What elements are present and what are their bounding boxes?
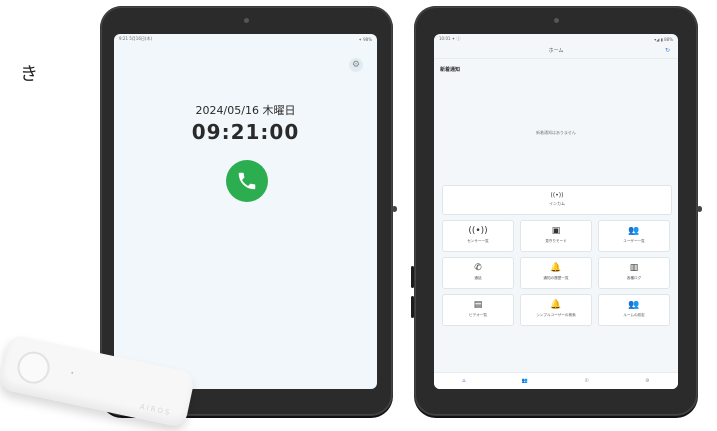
intercom-label: インカム [549, 201, 565, 206]
nav-home-icon[interactable]: ⌂ [462, 378, 465, 384]
notifications-empty: 新着通知はありません [536, 130, 576, 135]
tile-label: ユーザー一覧 [623, 239, 645, 243]
menu-tile[interactable]: 🔔 通知の履歴一覧 [520, 257, 592, 289]
status-bar: 9:21 5月16日(木) ✦ 98% [114, 34, 377, 44]
tablet-clock: 9:21 5月16日(木) ✦ 98% ⚙ 2024/05/16 木曜日 09:… [100, 6, 397, 416]
nav-settings-icon[interactable]: ⚙ [645, 378, 649, 384]
gear-icon[interactable]: ⚙ [349, 58, 363, 72]
tile-label: ルームの設定 [623, 313, 645, 317]
clock-screen: 9:21 5月16日(木) ✦ 98% ⚙ 2024/05/16 木曜日 09:… [114, 34, 377, 389]
status-time: 9:21 5月16日(木) [119, 36, 153, 41]
device-button [14, 348, 53, 387]
side-sensor [392, 206, 397, 212]
tile-label: ビデオ一覧 [469, 313, 487, 317]
report-icon: ▤ [473, 300, 483, 310]
device-led [71, 371, 74, 374]
edge-text: き [20, 64, 38, 85]
refresh-icon[interactable]: ↻ [665, 44, 670, 58]
phone-icon [238, 172, 256, 190]
page-title: ホーム [434, 44, 678, 59]
broadcast-icon: ((•)) [468, 226, 488, 236]
menu-tile[interactable]: ((•)) センサー一覧 [442, 220, 514, 252]
tile-label: 通知の履歴一覧 [543, 276, 569, 280]
call-button[interactable] [226, 160, 268, 202]
date-label: 2024/05/16 木曜日 [195, 104, 296, 117]
notifications-title: 新着通知 [440, 67, 461, 73]
bottom-nav: ⌂ 👥 ✆ ⚙ [434, 372, 678, 389]
menu-tile[interactable]: ▤ ビデオ一覧 [442, 294, 514, 326]
tablet-home: 10:01 ✦ ⓘ ▾◢ ▮ 88% ホーム ↻ 新着通知 新着通知はありません… [411, 6, 702, 416]
volume-button[interactable] [411, 296, 414, 318]
nav-phone-icon[interactable]: ✆ [585, 378, 589, 384]
intercom-button[interactable]: ((•)) インカム [442, 185, 672, 215]
tile-label: 通話 [474, 276, 482, 280]
bell-icon: 🔔 [550, 300, 562, 310]
side-sensor [697, 206, 702, 212]
menu-tile[interactable]: ✆ 通話 [442, 257, 514, 289]
menu-tile[interactable]: 👥 ルームの設定 [598, 294, 670, 326]
tile-label: 見守りモード [545, 239, 567, 243]
front-camera [554, 18, 559, 23]
device-brand: AIROS [139, 402, 172, 418]
users-icon: 👥 [628, 300, 640, 310]
tile-label: センサー一覧 [467, 239, 489, 243]
status-bar: 10:01 ✦ ⓘ ▾◢ ▮ 88% [434, 34, 678, 44]
tile-label: シンプルユーザーの検索 [536, 313, 576, 317]
front-camera [244, 18, 249, 23]
menu-tile[interactable]: ▣ 見守りモード [520, 220, 592, 252]
broadcast-icon: ((•)) [550, 192, 564, 199]
status-time: 10:01 ✦ ⓘ [439, 36, 461, 41]
monitor-icon: ▣ [551, 226, 561, 236]
log-icon: ▥ [629, 263, 639, 273]
nav-users-icon[interactable]: 👥 [522, 378, 528, 384]
menu-tile[interactable]: 🔔 シンプルユーザーの検索 [520, 294, 592, 326]
tile-label: 各種ログ [626, 276, 642, 280]
phone-icon: ✆ [474, 263, 482, 273]
home-screen: 10:01 ✦ ⓘ ▾◢ ▮ 88% ホーム ↻ 新着通知 新着通知はありません… [434, 34, 678, 389]
status-battery: ▾◢ ▮ 88% [654, 36, 673, 42]
menu-tile[interactable]: 👥 ユーザー一覧 [598, 220, 670, 252]
status-battery: ✦ 98% [358, 36, 372, 42]
users-icon: 👥 [628, 226, 640, 236]
time-label: 09:21:00 [191, 120, 300, 144]
menu-grid: ((•)) センサー一覧 ▣ 見守りモード 👥 ユーザー一覧 ✆ 通話 🔔 通知の履歴一覧… [442, 220, 670, 326]
bell-icon: 🔔 [550, 263, 562, 273]
volume-button[interactable] [411, 266, 414, 288]
menu-tile[interactable]: ▥ 各種ログ [598, 257, 670, 289]
